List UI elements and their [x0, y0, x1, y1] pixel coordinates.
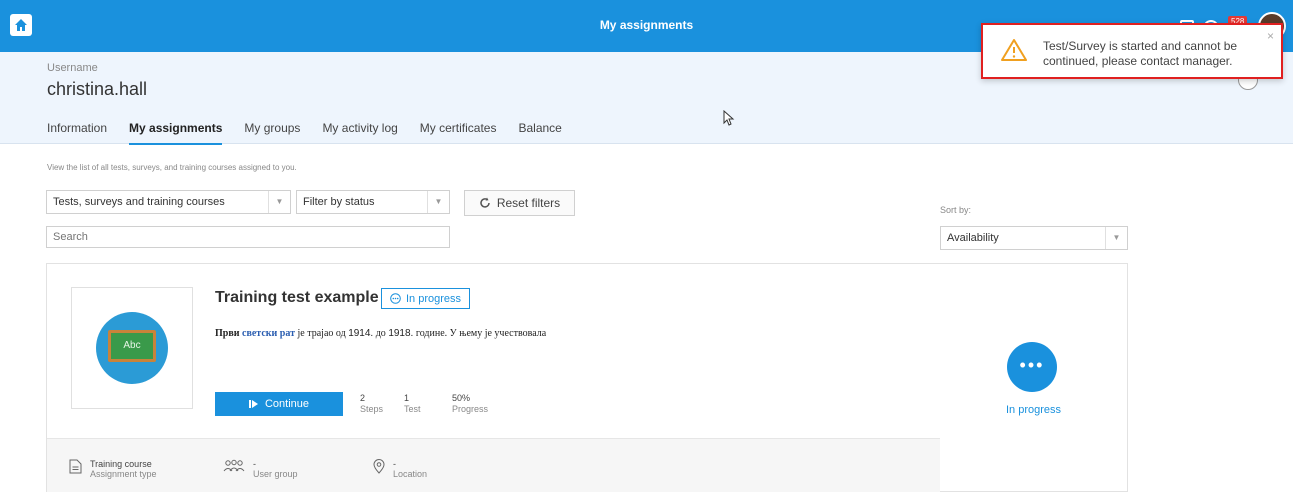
location-pin-icon [373, 459, 385, 474]
document-icon [69, 459, 82, 474]
desc-text-1: је трајао од [297, 328, 346, 339]
warning-toast: Test/Survey is started and cannot be con… [981, 23, 1283, 79]
chalkboard-icon: Abc [96, 312, 168, 384]
users-icon [223, 459, 245, 472]
side-status-label: In progress [1005, 404, 1062, 416]
mouse-cursor-icon [723, 109, 735, 131]
assignment-type-value: Training course [90, 459, 152, 469]
assignment-footer: Training course Assignment type - User g… [47, 438, 940, 492]
chevron-down-icon: ▼ [427, 191, 449, 213]
continue-label: Continue [264, 398, 310, 410]
location-label: Location [393, 469, 428, 479]
location: - Location [373, 459, 427, 479]
stat-test: 1 Test [404, 393, 421, 415]
stat-progress: 50% Progress [452, 393, 488, 415]
status-filter-value: Filter by status [303, 196, 375, 208]
stat-test-value: 1 [404, 393, 410, 403]
chalkboard-text: Abc [108, 330, 156, 362]
stat-progress-value: 50% [452, 393, 471, 403]
assignment-thumbnail: Abc [71, 287, 193, 409]
type-filter-select[interactable]: Tests, surveys and training courses ▼ [46, 190, 291, 214]
continue-button[interactable]: Continue [215, 392, 343, 416]
sort-select[interactable]: Availability ▼ [940, 226, 1128, 250]
status-badge: In progress [381, 288, 471, 309]
chevron-down-icon: ▼ [1105, 227, 1127, 249]
tab-my-activity-log[interactable]: My activity log [322, 121, 397, 145]
desc-text-2: до [375, 328, 386, 339]
refresh-icon [480, 197, 490, 208]
assignment-title[interactable]: Training test example [215, 289, 379, 307]
user-group: - User group [223, 459, 298, 479]
stat-test-label: Test [404, 404, 421, 414]
stat-steps-label: Steps [360, 404, 384, 414]
chevron-down-icon: ▼ [268, 191, 290, 213]
reset-filters-label: Reset filters [496, 196, 561, 210]
sort-value: Availability [947, 232, 999, 244]
play-icon [248, 400, 258, 408]
assignment-card: Abc Training test example In progress Пр… [46, 263, 941, 492]
desc-link[interactable]: светски рат [242, 328, 295, 339]
status-filter-select[interactable]: Filter by status ▼ [296, 190, 450, 214]
stat-steps-value: 2 [360, 393, 366, 403]
desc-text-3: године. У њему је учествовала [415, 328, 547, 339]
assignments-hint: View the list of all tests, surveys, and… [47, 163, 297, 172]
tab-balance[interactable]: Balance [518, 121, 561, 145]
status-badge-label: In progress [406, 292, 462, 305]
username: christina.hall [47, 79, 148, 99]
user-group-label: User group [253, 469, 298, 479]
sort-label: Sort by: [940, 205, 972, 215]
assignment-description: Први светски рат је трајао од 1914. до 1… [215, 328, 546, 339]
tab-information[interactable]: Information [47, 121, 107, 145]
desc-num-2: 1918. [388, 328, 414, 339]
user-group-value: - [253, 459, 256, 469]
desc-bold: Први [215, 328, 240, 339]
assignment-type: Training course Assignment type [69, 459, 157, 479]
tab-my-groups[interactable]: My groups [244, 121, 300, 145]
username-label: Username [47, 62, 98, 74]
in-progress-icon [390, 293, 401, 304]
tab-my-certificates[interactable]: My certificates [420, 121, 497, 145]
location-value: - [393, 459, 396, 469]
more-dots-icon[interactable]: ••• [1007, 342, 1057, 392]
type-filter-value: Tests, surveys and training courses [53, 196, 225, 208]
warning-icon [1001, 38, 1027, 67]
desc-num-1: 1914. [348, 328, 374, 339]
assignment-type-label: Assignment type [90, 469, 157, 479]
toast-message: Test/Survey is started and cannot be con… [1043, 39, 1238, 68]
profile-tabs: Information My assignments My groups My … [47, 121, 584, 145]
stat-progress-label: Progress [452, 404, 489, 414]
assignment-status-panel: ••• In progress [940, 263, 1128, 492]
search-input[interactable] [46, 226, 450, 248]
tab-my-assignments[interactable]: My assignments [129, 121, 223, 145]
stat-steps: 2 Steps [360, 393, 383, 415]
close-icon[interactable]: × [1267, 29, 1274, 43]
reset-filters-button[interactable]: Reset filters [464, 190, 575, 216]
